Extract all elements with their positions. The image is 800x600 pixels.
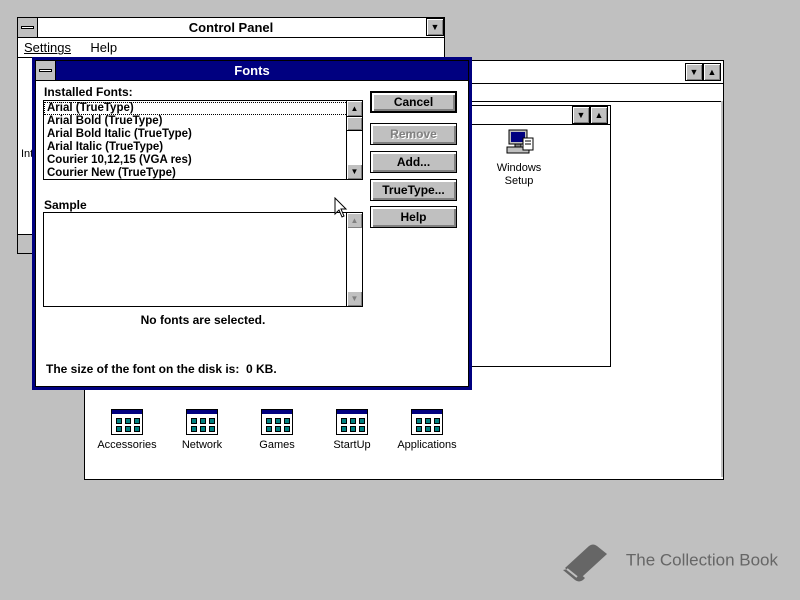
- scroll-up-arrow-icon: ▲: [347, 213, 362, 228]
- program-group-icon: [111, 409, 143, 435]
- remove-button[interactable]: Remove: [370, 123, 457, 145]
- group-label: StartUp: [333, 439, 371, 451]
- minimize-button[interactable]: ▼: [572, 106, 590, 124]
- fonts-titlebar[interactable]: Fonts: [36, 61, 468, 81]
- help-button[interactable]: Help: [370, 206, 457, 228]
- windows-setup-item[interactable]: Windows Setup: [484, 128, 554, 188]
- list-item[interactable]: Arial Italic (TrueType): [44, 141, 362, 154]
- windows-setup-icon: [506, 129, 534, 154]
- program-group-icon: [261, 409, 293, 435]
- add-button[interactable]: Add...: [370, 151, 457, 173]
- system-menu-icon: [21, 26, 34, 29]
- sample-box: ▲ ▼: [43, 212, 363, 307]
- group-label: Accessories: [97, 439, 157, 451]
- fonts-dialog: Fonts Installed Fonts: Arial (TrueType) …: [32, 57, 472, 390]
- font-size-text: The size of the font on the disk is: 0 K…: [46, 362, 277, 376]
- windows-setup-label: Windows Setup: [496, 162, 542, 187]
- system-menu-button[interactable]: [36, 61, 56, 80]
- scroll-down-arrow-icon: ▼: [347, 291, 362, 306]
- watermark-text: The Collection Book: [625, 550, 778, 570]
- group-network[interactable]: Network: [167, 409, 237, 451]
- group-startup[interactable]: StartUp: [317, 409, 387, 451]
- menu-bar: Settings Help: [18, 38, 444, 58]
- cancel-button[interactable]: Cancel: [370, 91, 457, 113]
- installed-fonts-label: Installed Fonts:: [44, 85, 133, 99]
- list-item[interactable]: Courier 10,12,15 (VGA res): [44, 154, 362, 167]
- fonts-dialog-inner: Fonts Installed Fonts: Arial (TrueType) …: [35, 60, 469, 387]
- status-text: No fonts are selected.: [140, 313, 266, 327]
- program-manager-right-edge: [721, 101, 723, 477]
- fonts-list-scrollbar[interactable]: ▲ ▼: [346, 101, 362, 179]
- group-accessories[interactable]: Accessories: [92, 409, 162, 451]
- control-panel-titlebar[interactable]: Control Panel ▼: [18, 18, 444, 38]
- list-item[interactable]: Arial Bold (TrueType): [44, 115, 362, 128]
- scroll-thumb[interactable]: [347, 116, 362, 131]
- maximize-button[interactable]: ▲: [703, 63, 721, 81]
- dialog-title: Fonts: [234, 63, 270, 78]
- mouse-cursor-icon: [334, 197, 348, 218]
- sample-label: Sample: [44, 198, 87, 212]
- group-label: Applications: [397, 439, 457, 451]
- group-applications[interactable]: Applications: [392, 409, 462, 451]
- program-group-icon: [411, 409, 443, 435]
- group-label: Games: [259, 439, 295, 451]
- group-games[interactable]: Games: [242, 409, 312, 451]
- maximize-button[interactable]: ▲: [590, 106, 608, 124]
- scroll-down-arrow-icon[interactable]: ▼: [347, 164, 362, 179]
- scroll-up-arrow-icon[interactable]: ▲: [347, 101, 362, 116]
- content-separator: [466, 124, 610, 125]
- main-group-window: ▼ ▲ Windows Setup: [465, 105, 611, 367]
- program-group-icon: [336, 409, 368, 435]
- installed-fonts-list[interactable]: Arial (TrueType) Arial Bold (TrueType) A…: [43, 100, 363, 180]
- menu-settings[interactable]: Settings: [18, 38, 77, 58]
- system-menu-icon: [39, 69, 52, 72]
- group-label: Network: [181, 439, 223, 451]
- sample-scrollbar: ▲ ▼: [346, 213, 362, 306]
- scroll-down-button[interactable]: ▼: [685, 63, 703, 81]
- book-icon: [563, 544, 608, 582]
- list-item[interactable]: Courier New (TrueType): [44, 167, 362, 179]
- program-group-icon: [186, 409, 218, 435]
- list-item[interactable]: Arial Bold Italic (TrueType): [44, 128, 362, 141]
- system-menu-button[interactable]: [18, 18, 38, 37]
- window-title: Control Panel: [188, 20, 274, 35]
- watermark: The Collection Book: [559, 538, 778, 584]
- menu-help[interactable]: Help: [84, 38, 123, 58]
- truetype-button[interactable]: TrueType...: [370, 179, 457, 201]
- list-item[interactable]: Arial (TrueType): [44, 102, 362, 115]
- minimize-button[interactable]: ▼: [426, 18, 444, 36]
